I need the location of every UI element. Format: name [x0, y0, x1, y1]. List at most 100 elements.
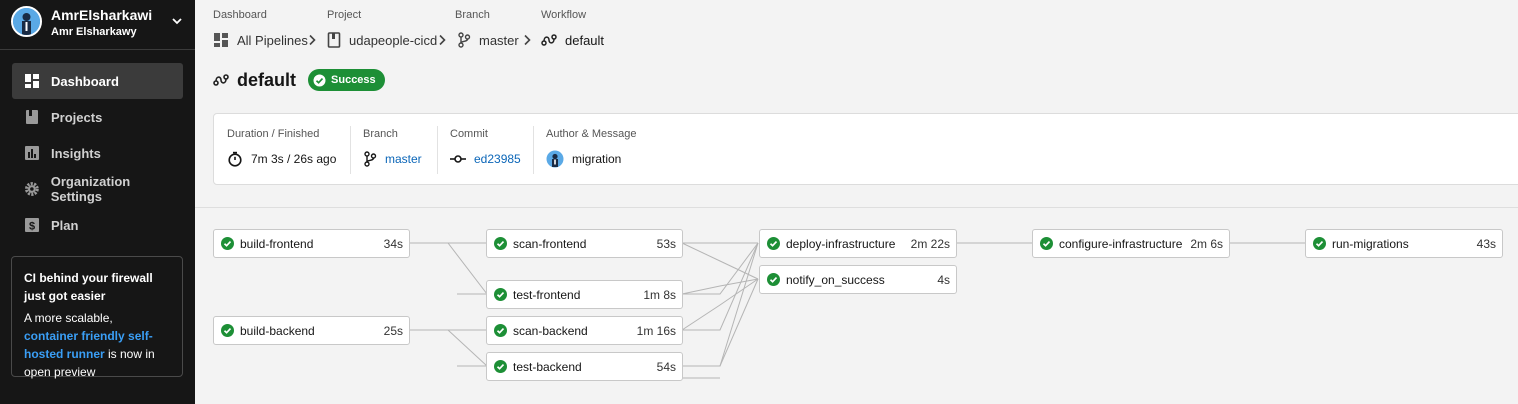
svg-text:$: $ [29, 221, 35, 233]
success-check-icon [221, 324, 234, 337]
breadcrumb-text: All Pipelines [237, 32, 308, 48]
divider [533, 126, 534, 174]
job-scan-frontend[interactable]: scan-frontend 53s [486, 229, 683, 258]
sidebar-item-projects[interactable]: Projects [12, 99, 183, 135]
breadcrumb-label-workflow: Workflow [541, 9, 587, 21]
author-value: migration [546, 150, 621, 168]
breadcrumb-branch[interactable]: master [457, 31, 519, 49]
workflow-icon [541, 34, 557, 46]
sidebar-item-label: Dashboard [51, 73, 119, 89]
breadcrumb-project[interactable]: udapeople-cicd [327, 31, 437, 49]
job-name: build-frontend [240, 236, 314, 251]
job-name: notify_on_success [786, 272, 885, 287]
branch-icon [458, 32, 471, 48]
sidebar-item-dashboard[interactable]: Dashboard [12, 63, 183, 99]
job-run-migrations[interactable]: run-migrations 43s [1305, 229, 1503, 258]
promo-text: A more scalable, [24, 311, 113, 325]
job-name: deploy-infrastructure [786, 236, 896, 251]
branch-icon [364, 151, 377, 167]
chevron-right-icon [439, 34, 446, 46]
job-name: test-frontend [513, 287, 581, 302]
success-check-icon [494, 324, 507, 337]
job-test-frontend[interactable]: test-frontend 1m 8s [486, 280, 683, 309]
job-duration: 2m 6s [1190, 236, 1223, 251]
commit-icon [450, 155, 466, 163]
commit-value[interactable]: ed23985 [450, 150, 521, 168]
divider [350, 126, 351, 174]
job-test-backend[interactable]: test-backend 54s [486, 352, 683, 381]
commit-link[interactable]: ed23985 [474, 152, 521, 166]
bookmark-icon [327, 32, 341, 48]
job-duration: 1m 16s [636, 323, 676, 338]
job-duration: 1m 8s [643, 287, 676, 302]
promo-card: CI behind your firewall just got easier … [11, 256, 183, 379]
job-duration: 2m 22s [910, 236, 950, 251]
job-notify-on-success[interactable]: notify_on_success 4s [759, 265, 957, 294]
job-scan-backend[interactable]: scan-backend 1m 16s [486, 316, 683, 345]
sidebar-item-plan[interactable]: $ Plan [12, 207, 183, 243]
success-check-icon [767, 273, 780, 286]
page-title: default [237, 69, 297, 90]
breadcrumb-all-pipelines[interactable]: All Pipelines [213, 31, 308, 49]
promo-body: A more scalable, container friendly self… [24, 309, 170, 381]
duration-value: 7m 3s / 26s ago [227, 150, 336, 168]
job-name: scan-backend [513, 323, 588, 338]
projects-icon [26, 110, 38, 124]
org-switcher[interactable]: AmrElsharkawi Amr Elsharkawy [0, 0, 195, 50]
sidebar-item-insights[interactable]: Insights [12, 135, 183, 171]
status-badge: Success [308, 69, 385, 91]
stopwatch-icon [228, 151, 242, 167]
check-circle-icon [313, 74, 326, 86]
job-deploy-infrastructure[interactable]: deploy-infrastructure 2m 22s [759, 229, 957, 258]
status-text: Success [331, 74, 376, 86]
workflow-graph: build-frontend 34s build-backend 25s sca… [195, 207, 1518, 404]
success-check-icon [767, 237, 780, 250]
duration-text: 7m 3s / 26s ago [251, 152, 337, 166]
sidebar: AmrElsharkawi Amr Elsharkawy Dashboard P… [0, 0, 195, 404]
job-build-backend[interactable]: build-backend 25s [213, 316, 410, 345]
author-label: Author & Message [546, 128, 637, 140]
gear-icon [24, 182, 39, 196]
job-name: configure-infrastructure [1059, 236, 1183, 251]
breadcrumb-workflow[interactable]: default [541, 31, 604, 49]
promo-title: CI behind your firewall just got easier [24, 271, 153, 303]
job-duration: 4s [937, 272, 950, 287]
workflow-info-panel: Duration / Finished 7m 3s / 26s ago Bran… [213, 113, 1518, 185]
sidebar-item-label: Projects [51, 109, 103, 125]
grid-icon [214, 33, 228, 47]
job-duration: 54s [656, 359, 676, 374]
user-avatar [11, 6, 42, 37]
job-build-frontend[interactable]: build-frontend 34s [213, 229, 410, 258]
success-check-icon [494, 237, 507, 250]
success-check-icon [221, 237, 234, 250]
sidebar-item-label: Organization Settings [50, 174, 131, 204]
job-configure-infrastructure[interactable]: configure-infrastructure 2m 6s [1032, 229, 1230, 258]
dollar-icon: $ [25, 218, 39, 233]
user-name: AmrElsharkawi [51, 7, 153, 23]
chevron-down-icon[interactable] [170, 14, 184, 28]
commit-message: migration [572, 152, 622, 166]
job-duration: 25s [383, 323, 403, 338]
success-check-icon [494, 288, 507, 301]
success-check-icon [1040, 237, 1053, 250]
user-fullname: Amr Elsharkawy [51, 26, 137, 38]
branch-value[interactable]: master [363, 150, 422, 168]
success-check-icon [1313, 237, 1326, 250]
chevron-right-icon [524, 34, 531, 46]
sidebar-item-organization-settings[interactable]: Organization Settings [12, 171, 183, 207]
divider [437, 126, 438, 174]
breadcrumb-label-branch: Branch [455, 9, 490, 21]
job-name: scan-frontend [513, 236, 587, 251]
commit-label: Commit [450, 128, 488, 140]
branch-link[interactable]: master [385, 152, 422, 166]
success-check-icon [494, 360, 507, 373]
job-duration: 53s [656, 236, 676, 251]
breadcrumb-text: master [479, 32, 519, 48]
insights-icon [25, 146, 39, 160]
author-avatar [546, 150, 564, 168]
breadcrumb-text: udapeople-cicd [349, 32, 438, 48]
branch-label: Branch [363, 128, 398, 140]
dashboard-icon [25, 74, 39, 88]
job-name: test-backend [513, 359, 582, 374]
sidebar-item-label: Insights [51, 145, 101, 161]
